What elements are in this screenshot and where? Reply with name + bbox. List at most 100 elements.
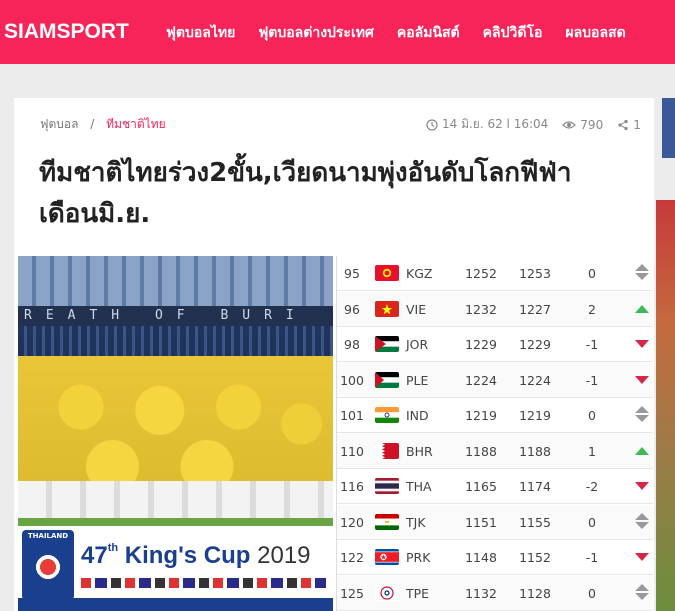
- country-code: IND: [406, 408, 429, 423]
- ranking-row: 96 VIE 1232 1227 2: [337, 291, 653, 327]
- country-code: THA: [406, 479, 432, 494]
- ranking-row: 110 BHR 1188 1188 1: [337, 433, 653, 469]
- rank-change: 0: [588, 585, 596, 601]
- ranking-points: 1151: [465, 514, 497, 530]
- ranking-position: 96: [344, 301, 360, 317]
- sponsor-logos: [81, 578, 326, 588]
- nav-item-columnist[interactable]: คอลัมนิสต์: [397, 22, 460, 44]
- country-flag-icon: [375, 371, 399, 388]
- country-code: PLE: [406, 372, 429, 388]
- ranking-row: 116 THA 1165 1174 -2: [337, 469, 653, 504]
- rank-change: -1: [585, 372, 599, 388]
- country-flag-icon: [375, 549, 399, 565]
- rank-change: -1: [585, 550, 599, 565]
- nav-item-foreign-football[interactable]: ฟุตบอลต่างประเทศ: [258, 22, 374, 44]
- country-flag-icon: [375, 407, 399, 423]
- fifa-ranking-table: 95 KGZ 1252 1253 0 96 VIE 1232 1227 2 98 JOR 1229 122…: [336, 256, 653, 611]
- ranking-row: 95 KGZ 1252 1253 0: [337, 256, 653, 291]
- thailand-fa-logo: THAILAND: [22, 530, 74, 600]
- cup-number: 47: [81, 542, 108, 569]
- country-code: BHR: [406, 443, 433, 459]
- nav-item-video-clips[interactable]: คลิปวิดีโอ: [483, 22, 543, 44]
- breadcrumb-separator: /: [90, 117, 95, 131]
- ranking-position: 95: [344, 266, 360, 281]
- trend-down-icon: [635, 371, 649, 389]
- ranking-position: 120: [340, 514, 364, 530]
- rank-change: -1: [585, 337, 599, 352]
- country-code: TJK: [406, 514, 426, 530]
- site-header: SIAMSPORT ฟุตบอลไทย ฟุตบอลต่างประเทศ คอล…: [0, 0, 675, 64]
- site-logo[interactable]: SIAMSPORT: [4, 20, 129, 44]
- elephant-crest-icon: [31, 550, 65, 584]
- rank-change: -2: [585, 479, 599, 494]
- ranking-row: 98 JOR 1229 1229 -1: [337, 327, 653, 362]
- share-icon[interactable]: [617, 119, 629, 131]
- trend-down-icon: [635, 548, 649, 566]
- ranking-points: 1252: [465, 266, 497, 281]
- rank-change: 0: [588, 514, 596, 530]
- previous-points: 1152: [519, 550, 551, 565]
- ranking-points: 1232: [465, 301, 497, 317]
- cup-year: 2019: [257, 542, 311, 569]
- ranking-points: 1188: [465, 443, 497, 459]
- ranking-position: 101: [340, 408, 364, 423]
- share-count: 1: [633, 117, 641, 132]
- country-code: PRK: [406, 550, 431, 565]
- trend-same-icon: [635, 406, 649, 424]
- ranking-row: 100 PLE 1224 1224 -1: [337, 362, 653, 398]
- country-code: TPE: [406, 585, 430, 601]
- trend-up-icon: [635, 442, 649, 460]
- trend-same-icon: [635, 583, 649, 602]
- breadcrumb-football[interactable]: ฟุตบอล: [40, 117, 78, 131]
- country-code: KGZ: [406, 266, 433, 281]
- trend-same-icon: [635, 264, 649, 282]
- main-nav: ฟุตบอลไทย ฟุตบอลต่างประเทศ คอลัมนิสต์ คล…: [166, 22, 649, 44]
- previous-points: 1155: [519, 514, 551, 530]
- ranking-position: 100: [340, 372, 364, 388]
- ranking-points: 1165: [465, 479, 497, 494]
- stadium-banner: REATH OF BURI: [18, 306, 333, 326]
- previous-points: 1219: [519, 408, 551, 423]
- nav-item-thai-football[interactable]: ฟุตบอลไทย: [166, 22, 235, 44]
- cup-name: King's Cup: [124, 542, 251, 569]
- ranking-points: 1229: [465, 337, 497, 352]
- ranking-points: 1224: [465, 372, 497, 388]
- eye-icon: [562, 120, 577, 129]
- rank-change: 1: [588, 443, 596, 459]
- country-flag-icon: [375, 300, 399, 317]
- article-headline: ทีมชาติไทยร่วง2ขั้น,เวียดนามพุ่งอันดับโล…: [39, 158, 572, 229]
- country-flag-icon: [375, 584, 399, 601]
- previous-points: 1227: [519, 301, 551, 317]
- ranking-position: 122: [340, 550, 364, 565]
- previous-points: 1229: [519, 337, 551, 352]
- team-photo: REATH OF BURI THAILAND 47th King's Cup 2…: [18, 256, 333, 611]
- rank-change: 0: [588, 266, 596, 281]
- trend-same-icon: [635, 512, 649, 531]
- kings-cup-title: 47th King's Cup 2019: [81, 542, 311, 570]
- trend-down-icon: [635, 335, 649, 353]
- ranking-row: 120 TJK 1151 1155 0: [337, 504, 653, 540]
- country-flag-icon: [375, 265, 399, 281]
- country-flag-icon: [375, 442, 399, 459]
- country-flag-icon: [375, 478, 399, 494]
- ranking-position: 116: [340, 479, 364, 494]
- view-count: 790: [580, 117, 604, 132]
- thailand-logo-text: THAILAND: [27, 532, 69, 540]
- side-social-box[interactable]: [662, 98, 675, 158]
- previous-points: 1253: [519, 266, 551, 281]
- breadcrumb: ฟุตบอล / ทีมชาติไทย: [40, 115, 166, 134]
- side-ad-image[interactable]: [656, 200, 675, 611]
- rank-change: 2: [588, 301, 596, 317]
- ranking-row: 125 TPE 1132 1128 0: [337, 575, 653, 611]
- country-code: VIE: [406, 301, 427, 317]
- country-flag-icon: [375, 336, 399, 352]
- trend-up-icon: [635, 300, 649, 318]
- article-meta: 14 มิ.ย. 62 l 16:04 790 1: [426, 115, 641, 134]
- ranking-row: 101 IND 1219 1219 0: [337, 398, 653, 433]
- breadcrumb-national-team[interactable]: ทีมชาติไทย: [106, 117, 165, 131]
- nav-item-live-scores[interactable]: ผลบอลสด: [565, 22, 625, 44]
- ranking-row: 122 PRK 1148 1152 -1: [337, 540, 653, 575]
- country-code: JOR: [406, 337, 429, 352]
- ranking-points: 1219: [465, 408, 497, 423]
- previous-points: 1174: [519, 479, 551, 494]
